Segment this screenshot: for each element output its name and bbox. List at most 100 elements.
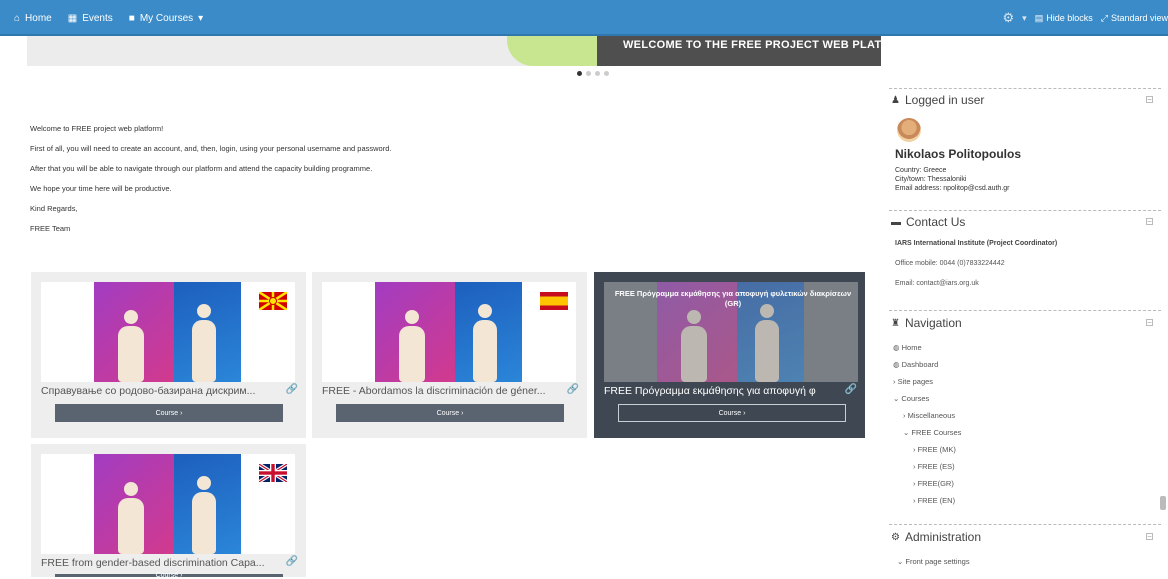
user-email: Email address: npolitop@csd.auth.gr — [895, 185, 1010, 192]
avatar[interactable] — [897, 118, 921, 142]
nav-my-courses[interactable]: ■ My Courses ▾ — [129, 13, 203, 24]
navigation-list: ◍ Home ◍ Dashboard › Site pages ⌄ Course… — [893, 343, 1153, 513]
user-city: City/town: Thessaloniki — [895, 176, 967, 183]
nav-tree-courses[interactable]: ⌄ Courses — [893, 394, 1153, 411]
course-button[interactable]: Course › — [618, 404, 846, 422]
nav-tree-miscellaneous[interactable]: › Miscellaneous — [893, 411, 1153, 428]
course-card-mk[interactable]: Справување со родово-базирана дискрим...… — [31, 272, 306, 438]
intro-text: Welcome to FREE project web platform! Fi… — [30, 124, 830, 244]
intro-line: We hope your time here will be productiv… — [30, 184, 172, 193]
nav-tree-label: Courses — [901, 394, 930, 403]
link-icon[interactable]: 🔗 — [845, 384, 857, 395]
figure-head — [478, 304, 492, 318]
contact-email[interactable]: Email: contact@iars.org.uk — [895, 280, 979, 287]
nav-events[interactable]: ▦ Events — [68, 13, 113, 24]
course-overlay-title: FREE Πρόγραμμα εκμάθησης για αποφυγή φυλ… — [614, 289, 852, 308]
collapse-icon[interactable]: − — [1146, 319, 1153, 327]
carousel-dot[interactable] — [595, 71, 600, 76]
carousel-dots — [577, 71, 609, 76]
course-image[interactable] — [41, 282, 295, 382]
nav-tree-label: FREE Courses — [911, 428, 962, 437]
nav-tree-home[interactable]: ◍ Home — [893, 343, 1153, 360]
banner-title: WELCOME TO THE FREE PROJECT WEB PLATFORM — [623, 39, 881, 51]
nav-my-courses-label: My Courses — [139, 12, 194, 24]
nav-tree-label: Dashboard — [901, 360, 939, 369]
user-name[interactable]: Nikolaos Politopoulos — [895, 147, 1021, 161]
link-icon[interactable]: 🔗 — [286, 556, 298, 567]
block-title-navigation: ♜ Navigation — [891, 316, 962, 330]
figure-body — [473, 320, 497, 382]
nav-tree-free-en[interactable]: › FREE (EN) — [893, 496, 1153, 513]
course-title[interactable]: Справување со родово-базирана дискрим... — [41, 385, 295, 397]
top-nav: ⌂ Home ▦ Events ■ My Courses ▾ — [14, 0, 203, 36]
collapse-icon[interactable]: − — [1146, 533, 1153, 541]
logged-in-title: Logged in user — [904, 93, 985, 107]
figure-body — [118, 498, 144, 554]
carousel-dot[interactable] — [604, 71, 609, 76]
nav-tree-dashboard[interactable]: ◍ Dashboard — [893, 360, 1153, 377]
course-title[interactable]: FREE - Abordamos la discriminación de gé… — [322, 385, 576, 397]
nav-tree-label: Home — [901, 343, 922, 352]
user-icon: ♟ — [891, 94, 900, 106]
block-title-administration: ⚙ Administration — [891, 530, 981, 544]
block-divider — [889, 210, 1161, 211]
contact-org: IARS International Institute (Project Co… — [895, 240, 1058, 247]
administration-list: ⌄ Front page settings — [897, 557, 1157, 574]
carousel-dot[interactable] — [586, 71, 591, 76]
collapse-icon[interactable]: − — [1146, 96, 1153, 104]
figure-head — [687, 310, 701, 324]
figure-body — [399, 326, 425, 382]
nav-tree-free-mk[interactable]: › FREE (MK) — [893, 445, 1153, 462]
link-icon[interactable]: 🔗 — [567, 384, 579, 395]
block-divider — [889, 310, 1161, 311]
course-title[interactable]: FREE from gender-based discrimination Ca… — [41, 557, 295, 569]
figure-head — [124, 310, 138, 324]
intro-line: After that you will be able to navigate … — [30, 164, 373, 173]
course-image[interactable] — [322, 282, 576, 382]
course-title[interactable]: FREE Πρόγραμμα εκμάθησης για αποφυγή φ — [604, 385, 844, 397]
calendar-icon: ▦ — [67, 12, 78, 24]
course-image[interactable] — [41, 454, 295, 554]
course-button[interactable]: Course › — [336, 404, 564, 422]
flag-mk-icon — [259, 292, 287, 310]
course-card-en[interactable]: FREE from gender-based discrimination Ca… — [31, 444, 306, 579]
intro-line: Welcome to FREE project web platform! — [30, 124, 164, 133]
admin-front-page-settings[interactable]: ⌄ Front page settings — [897, 557, 1157, 574]
cogs-icon: ⚙ — [891, 531, 900, 543]
nav-tree-label: Miscellaneous — [907, 411, 956, 420]
home-icon: ⌂ — [14, 12, 21, 24]
sitemap-icon: ♜ — [891, 317, 900, 329]
nav-tree-label: FREE (ES) — [917, 462, 955, 471]
nav-tree-site-pages[interactable]: › Site pages — [893, 377, 1153, 394]
navigation-title: Navigation — [904, 316, 962, 330]
dashboard-icon: ◍ — [893, 360, 902, 369]
nav-tree-free-gr[interactable]: › FREE(GR) — [893, 479, 1153, 496]
nav-tree-free-courses[interactable]: ⌄ FREE Courses — [893, 428, 1153, 445]
flag-uk-icon — [259, 464, 287, 482]
block-title-logged-in: ♟ Logged in user — [891, 93, 984, 107]
flag-es-icon — [540, 292, 568, 310]
nav-tree-label: FREE (MK) — [917, 445, 956, 454]
nav-tree-label: FREE(GR) — [917, 479, 954, 488]
course-card-gr[interactable]: FREE Πρόγραμμα εκμάθησης για αποφυγή φυλ… — [594, 272, 865, 438]
link-icon[interactable]: 🔗 — [286, 384, 298, 395]
block-divider — [889, 88, 1161, 89]
banner-graphic — [507, 36, 597, 66]
nav-tree-free-es[interactable]: › FREE (ES) — [893, 462, 1153, 479]
block-title-contact: ▬ Contact Us — [891, 215, 965, 229]
nav-home[interactable]: ⌂ Home — [14, 13, 52, 24]
right-sidebar: ♟ Logged in user − Nikolaos Politopoulos… — [889, 0, 1161, 577]
collapse-icon[interactable]: − — [1146, 218, 1153, 226]
contact-phone: Office mobile: 0044 (0)7833224442 — [895, 260, 1005, 267]
carousel-dot[interactable] — [577, 71, 582, 76]
figure-body — [192, 320, 216, 382]
course-button[interactable]: Course › — [55, 404, 283, 422]
figure-head — [197, 304, 211, 318]
nav-tree-label: Site pages — [897, 377, 934, 386]
figure-body — [681, 326, 707, 382]
intro-line: First of all, you will need to create an… — [30, 144, 392, 153]
scrollbar-thumb[interactable] — [1160, 496, 1166, 510]
course-card-es[interactable]: FREE - Abordamos la discriminación de gé… — [312, 272, 587, 438]
course-art — [94, 282, 241, 382]
contact-title: Contact Us — [906, 215, 966, 229]
